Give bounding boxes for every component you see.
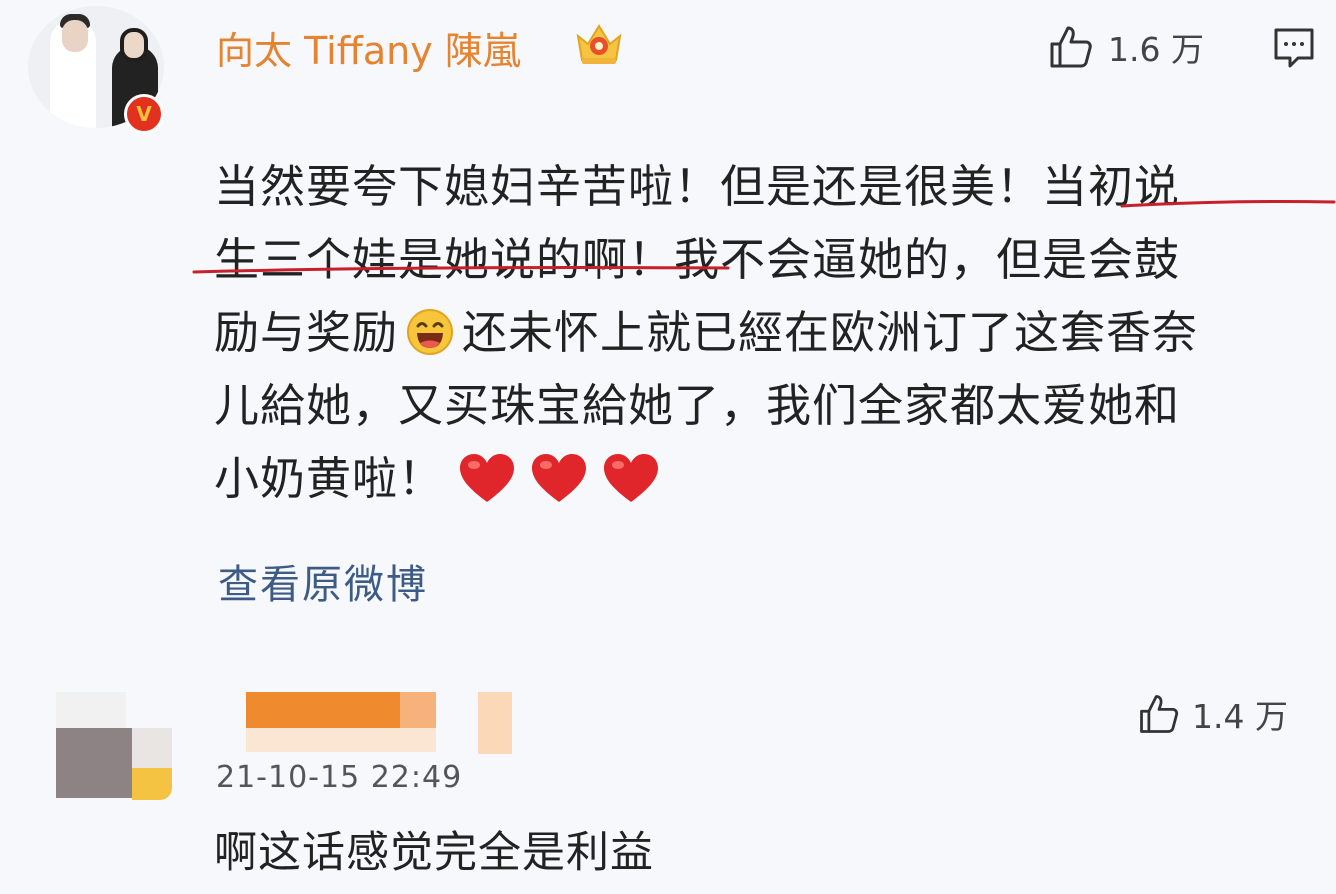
red-heart-emoji-icon (460, 454, 515, 502)
verified-badge-icon: V (124, 94, 164, 134)
username[interactable]: 向太 Tiffany 陳嵐 (216, 20, 521, 75)
comment-text-underlined: 当初说 (1042, 160, 1181, 213)
username-censored[interactable] (246, 692, 514, 754)
comment-line-2: 生三个娃是她说的啊！我不会逼她的，但是会鼓 (214, 223, 1324, 296)
censor-block (400, 692, 436, 728)
comment-text-segment: 我不会逼她的，但是会鼓 (674, 233, 1181, 286)
avatar-face-left (62, 20, 88, 52)
comment-text: 啊这话感觉完全是利益 (214, 828, 654, 878)
like-count: 1.6 万 (1108, 30, 1204, 69)
comment-text-segment: 小奶黄啦！ (214, 452, 445, 505)
weibo-comment-page: V 向太 Tiffany 陳嵐 1.6 万 当然要夸下媳妇辛苦啦！但是还是很美！… (0, 0, 1336, 894)
comment-bubble-icon[interactable] (1272, 26, 1316, 70)
comment-text: 当然要夸下媳妇辛苦啦！但是还是很美！当初说 生三个娃是她说的啊！我不会逼她的，但… (214, 150, 1324, 515)
comment-text-segment: 还未怀上就已經在欧洲订了这套香奈 (462, 306, 1199, 359)
avatar-pixel-block (132, 768, 172, 800)
user-avatar-censored[interactable] (56, 692, 176, 810)
censor-block (478, 692, 512, 754)
avatar-face-right (120, 28, 148, 62)
comment-text-segment: 当然要夸下媳妇辛苦啦！但是还是很美！ (214, 160, 1043, 213)
avatar-pixel-block (56, 728, 132, 798)
thumbs-up-icon (1050, 26, 1092, 68)
avatar-pixel-block (56, 692, 126, 728)
comment-text-segment: 励与奖励 (214, 306, 399, 359)
avatar-pixel-block (132, 728, 172, 768)
like-button[interactable]: 1.4 万 (1136, 690, 1288, 738)
view-original-weibo-link[interactable]: 查看原微博 (218, 552, 428, 610)
comment-line-3: 励与奖励 还未怀上就已經在欧洲订了这套香奈 (214, 296, 1324, 369)
comment-line-5: 小奶黄啦！ (214, 442, 1324, 515)
censor-block (246, 728, 436, 752)
like-button[interactable]: 1.6 万 (1046, 22, 1204, 72)
crown-badge-icon (576, 24, 622, 64)
comment-line-1: 当然要夸下媳妇辛苦啦！但是还是很美！当初说 (214, 150, 1324, 223)
comment-line-4: 儿給她，又买珠宝給她了，我们全家都太爱她和 (214, 369, 1324, 442)
red-heart-emoji-icon (532, 454, 587, 502)
laughing-emoji-icon (407, 309, 454, 355)
thumbs-up-icon (1140, 695, 1179, 733)
red-heart-emoji-icon (604, 454, 659, 502)
comment-timestamp: 21-10-15 22:49 (216, 760, 463, 795)
like-count: 1.4 万 (1192, 697, 1288, 736)
comment-text-underlined: 生三个娃是她说的啊！ (214, 233, 675, 286)
comment-text-segment: 儿給她，又买珠宝給她了，我们全家都太爱她和 (214, 379, 1181, 432)
